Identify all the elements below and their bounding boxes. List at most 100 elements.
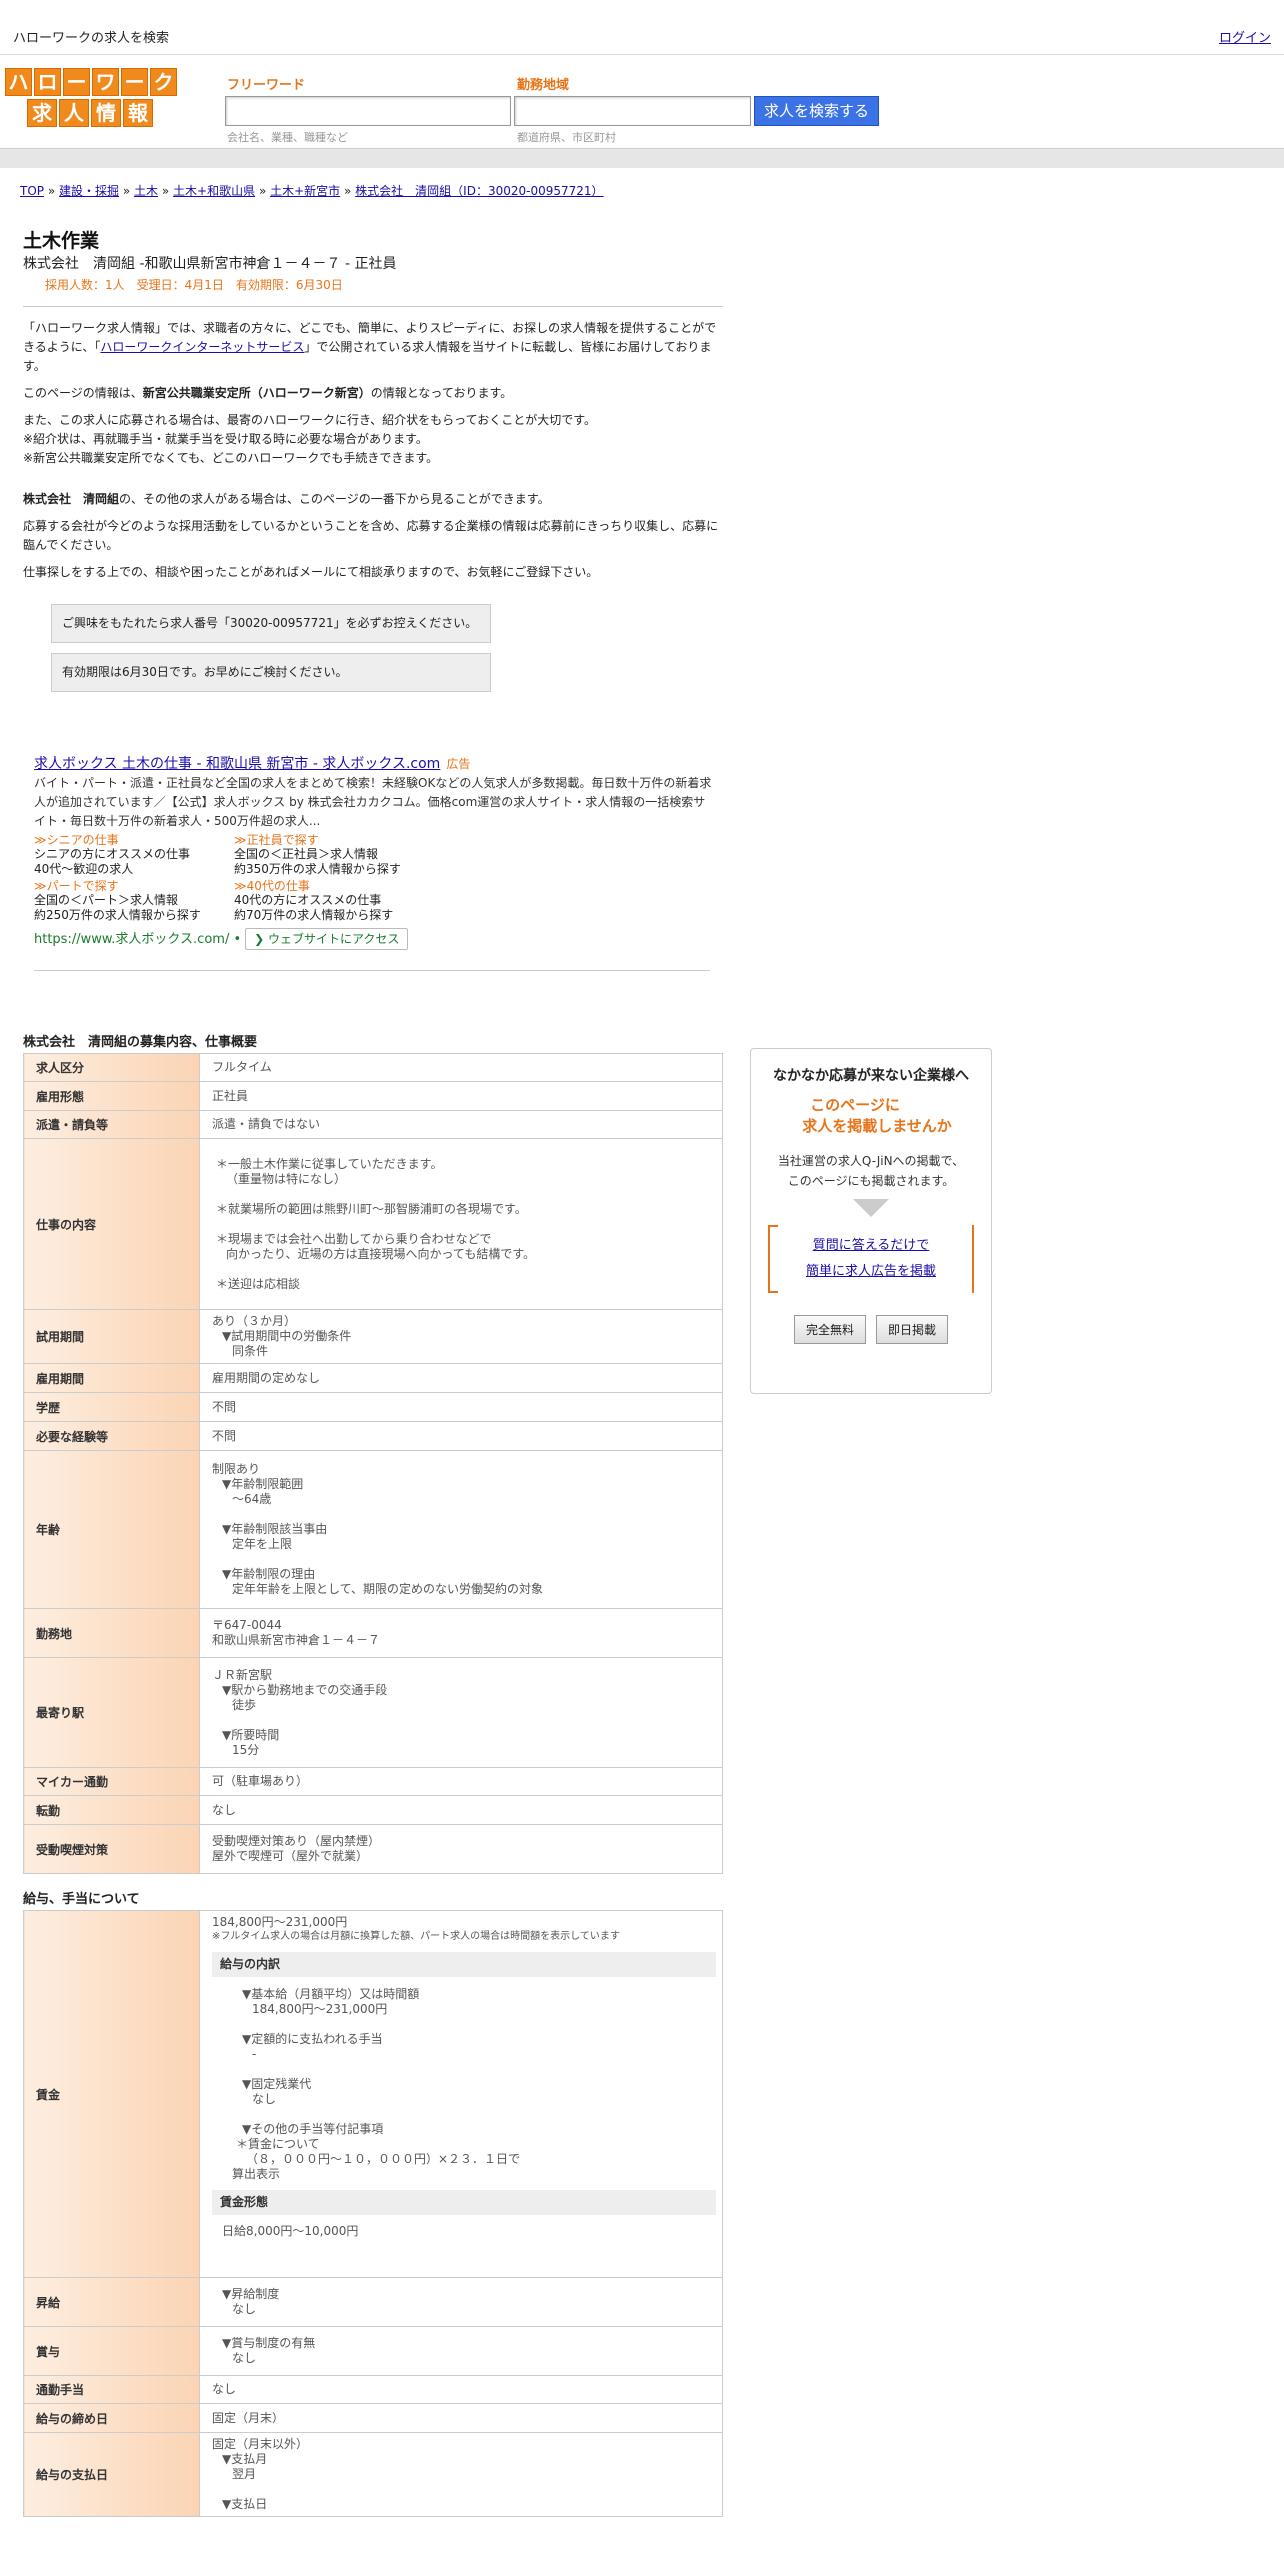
breadcrumb: TOP » 建設・採掘 » 土木 » 土木+和歌山県 » 土木+新宮市 » 株式… [20,182,604,199]
table-row: 転勤 なし [23,1795,723,1825]
table-row: マイカー通勤 可（駐車場あり） [23,1767,723,1796]
logo-char: ー [121,68,148,96]
ad-url[interactable]: https://www.求人ボックス.com/ [34,932,229,947]
logo-char: ハ [5,68,32,96]
table-row: 給与の締め日 固定（月末） [23,2403,723,2433]
salary-table: 賃金 184,800円〜231,000円 ※フルタイム求人の場合は月額に換算した… [23,1910,723,2517]
row-header: 試用期間 [23,1309,200,1364]
breadcrumb-separator: » [161,184,170,198]
row-value: フルタイム [199,1053,723,1082]
hellowork-internet-link[interactable]: ハローワークインターネットサービス [100,340,304,354]
ad-dot: • [233,932,242,947]
header: ハ ロ ー ワ ー ク 求 人 情 報 フリーワード 会社名、業種、職種など 勤… [0,56,1284,148]
divider [23,306,723,307]
breadcrumb-item[interactable]: 株式会社 清岡組（ID：30020-00957721） [355,184,603,198]
row-header: 転勤 [23,1795,200,1825]
breadcrumb-item[interactable]: 土木+和歌山県 [173,184,255,198]
expiry-notice: 有効期限は6月30日です。お早めにご検討ください。 [51,653,491,692]
table-row: 通勤手当 なし [23,2375,723,2404]
row-header: 昇給 [23,2277,200,2327]
row-value: ＪＲ新宮駅 ▼駅から勤務地までの交通手段 徒歩 ▼所要時間 15分 [199,1657,723,1768]
row-header: 最寄り駅 [23,1657,200,1768]
login-link[interactable]: ログイン [1219,27,1271,46]
area-label: 勤務地域 [517,78,570,93]
consult-paragraph: 仕事探しをする上での、相談や困ったことがあればメールにて相談承りますので、お気軽… [23,565,599,579]
row-value: 不問 [199,1421,723,1451]
row-header: 必要な経験等 [23,1421,200,1451]
row-header: 勤務地 [23,1608,200,1658]
site-logo[interactable]: ハ ロ ー ワ ー ク 求 人 情 報 [5,68,180,127]
side-link-questions[interactable]: 質問に答えるだけで [813,1238,930,1253]
job-number-notice: ご興味をもたれたら求人番号「30020-00957721」を必ずお控えください。 [51,604,491,643]
row-value: あり（３か月） ▼試用期間中の労働条件 同条件 [199,1309,723,1364]
logo-char: ワ [92,68,119,96]
row-value: 固定（月末） [199,2403,723,2433]
breadcrumb-item[interactable]: 土木 [134,184,158,198]
breadcrumb-item[interactable]: TOP [20,184,44,198]
row-value: 雇用期間の定めなし [199,1363,723,1393]
source-paragraph: このページの情報は、新宮公共職業安定所（ハローワーク新宮）の情報となっております… [23,386,513,400]
referral-paragraph: また、この求人に応募される場合は、最寄のハローワークに行き、紹介状をもらっておく… [23,413,597,465]
arrow-down-icon [853,1199,889,1217]
ad-title-link[interactable]: 求人ボックス 土木の仕事 - 和歌山県 新宮市 - 求人ボックス.com [34,756,440,772]
row-value: 不問 [199,1392,723,1422]
intro-paragraph: 「ハローワーク求人情報」では、求職者の方々に、どこでも、簡単に、よりスピーディに… [23,321,717,373]
logo-char: ロ [34,68,61,96]
area-input[interactable] [514,96,751,126]
table-row: 年齢 制限あり ▼年齢制限範囲 ～64歳 ▼年齢制限該当事由 定年を上限 ▼年齢制限の理由定… [23,1450,723,1609]
logo-char: 人 [59,99,89,127]
wage-range: 184,800円〜231,000円 [212,1915,348,1929]
table-row: 受動喫煙対策 受動喫煙対策あり（屋内禁煙） 屋外で喫煙可（屋外で就業） [23,1824,723,1874]
site-title: ハローワークの求人を検索 [13,31,170,46]
ad-sitelink[interactable]: ≫パートで探す 全国の＜パート＞求人情報 約250万件の求人情報から探す [34,879,234,923]
wage-form-title: 賃金形態 [212,2190,716,2215]
job-meta: 採用人数：1人 受理日：4月1日 有効期限：6月30日 [45,278,343,292]
ad-sitelink[interactable]: ≫正社員で探す 全国の＜正社員＞求人情報 約350万件の求人情報から探す [234,833,434,877]
row-header: 雇用形態 [23,1081,200,1111]
visit-website-button[interactable]: ❯ ウェブサイトにアクセス [245,928,409,950]
row-value: 〒647-0044 和歌山県新宮市神倉１－４－７ [199,1608,723,1658]
logo-char: ク [150,68,177,96]
job-detail-section: 株式会社 清岡組の募集内容、仕事概要 求人区分 フルタイム 雇用形態 正社員 派遣・請負… [23,1033,723,2517]
salary-section-title: 給与、手当について [23,1892,140,1907]
free-button[interactable]: 完全無料 [793,1315,866,1344]
freeword-input[interactable] [225,96,511,126]
job-title: 土木作業 [23,230,100,252]
ad-block: 求人ボックス 土木の仕事 - 和歌山県 新宮市 - 求人ボックス.com 広告 バ… [34,755,714,950]
row-header: 年齢 [23,1450,200,1609]
side-description: 当社運営の求人Q-JiNへの掲載で、 このページにも掲載されます。 [777,1154,965,1188]
breakdown-title: 給与の内訳 [212,1952,716,1977]
table-row: 試用期間 あり（３か月） ▼試用期間中の労働条件 同条件 [23,1309,723,1364]
breadcrumb-item[interactable]: 建設・採掘 [59,184,119,198]
side-offer: このページに 求人を掲載しませんか [802,1096,952,1135]
table-row: 給与の支払日 固定（月末以外） ▼支払月 翌月 ▼支払日 [23,2432,723,2517]
row-value: 正社員 [199,1081,723,1111]
table-row: 必要な経験等 不問 [23,1421,723,1451]
advertise-side-box: なかなか応募が来ない企業様へ このページに 求人を掲載しませんか 当社運営の求人Q… [750,1048,992,1394]
row-value: なし [199,1795,723,1825]
freeword-hint: 会社名、業種、職種など [227,131,348,144]
table-row: 仕事の内容 ＊一般土木作業に従事していただきます。 （重量物は特になし） ＊就業場所の… [23,1138,723,1310]
divider [34,970,710,971]
job-detail-table: 求人区分 フルタイム 雇用形態 正社員 派遣・請負等 派遣・請負ではない 仕事の内容 ＊一般土… [23,1053,723,1874]
same-day-button[interactable]: 即日掲載 [876,1315,949,1344]
logo-char: ー [63,68,90,96]
breadcrumb-separator: » [344,184,352,198]
row-value: 派遣・請負ではない [199,1110,723,1139]
breadcrumb-separator: » [47,184,56,198]
row-header: 賞与 [23,2326,200,2376]
logo-char: 求 [27,99,57,127]
table-row: 派遣・請負等 派遣・請負ではない [23,1110,723,1139]
side-link-post-ad[interactable]: 簡単に求人広告を掲載 [806,1264,936,1279]
side-links: 質問に答えるだけで 簡単に求人広告を掲載 [768,1225,974,1293]
ad-sitelink[interactable]: ≫シニアの仕事 シニアの方にオススメの仕事 40代～歓迎の求人 [34,833,234,877]
breadcrumb-item[interactable]: 土木+新宮市 [270,184,340,198]
table-row: 学歴 不問 [23,1392,723,1422]
table-row: 最寄り駅 ＪＲ新宮駅 ▼駅から勤務地までの交通手段 徒歩 ▼所要時間 15分 [23,1657,723,1768]
row-value: なし [199,2375,723,2404]
table-row: 勤務地 〒647-0044 和歌山県新宮市神倉１－４－７ [23,1608,723,1658]
row-value: ▼賞与制度の有無 なし [199,2326,723,2376]
table-row: 雇用形態 正社員 [23,1081,723,1111]
search-button[interactable]: 求人を検索する [754,96,879,126]
ad-sitelink[interactable]: ≫40代の仕事 40代の方にオススメの仕事 約70万件の求人情報から探す [234,879,434,923]
